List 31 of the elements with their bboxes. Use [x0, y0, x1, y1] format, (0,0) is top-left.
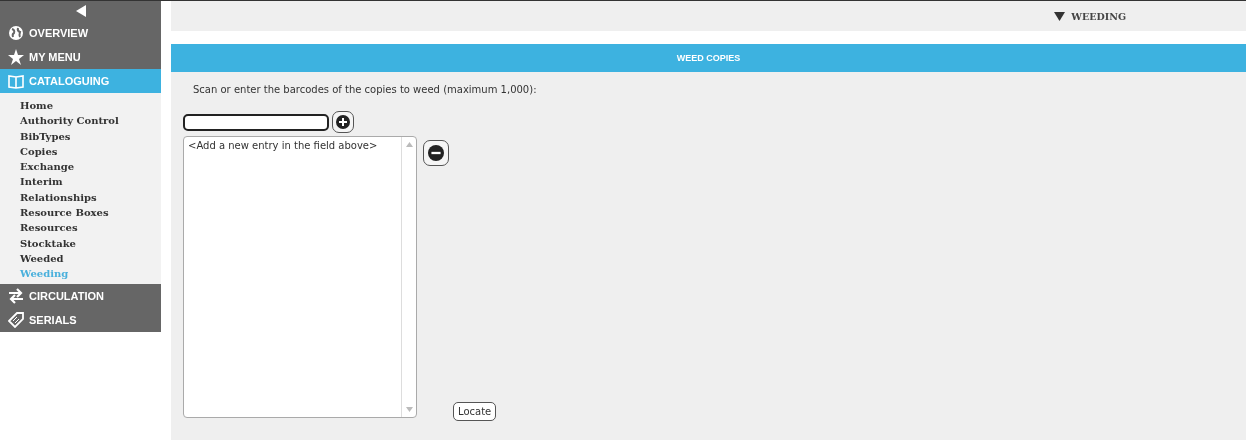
sidebar-link[interactable]: Interim	[20, 174, 161, 190]
book-icon	[8, 73, 24, 89]
breadcrumb-label[interactable]: WEEDING	[1071, 10, 1126, 22]
locate-button[interactable]: Locate	[453, 402, 497, 421]
sidebar-link[interactable]: Copies	[20, 143, 161, 160]
barcode-input-field[interactable]	[183, 113, 329, 131]
swap-arrows-icon	[8, 287, 24, 304]
sidebar-link[interactable]: Weeded	[20, 250, 161, 267]
panel-header: WEED COPIES	[171, 44, 1246, 72]
remove-button[interactable]	[423, 140, 449, 166]
tag-icon	[8, 311, 24, 328]
sidebar-link[interactable]: Home	[20, 98, 161, 114]
barcode-list[interactable]: <Add a new entry in the field above>	[183, 136, 417, 418]
list-entry[interactable]: <Add a new entry in the field above>	[188, 140, 397, 151]
instruction-text: Scan or enter the barcodes of the copies to weed (maximum 1,000):	[193, 84, 538, 95]
caret-icon[interactable]	[1054, 11, 1066, 21]
sidebar-link[interactable]: Resources	[20, 220, 161, 236]
sidebar-section[interactable]: CIRCULATION	[0, 283, 161, 308]
sidebar-link[interactable]: Stocktake	[20, 235, 161, 251]
sidebar-section[interactable]: MY MENU	[0, 45, 161, 69]
sidebar-link[interactable]: Relationships	[20, 189, 161, 206]
star-icon	[8, 49, 24, 65]
globe-icon	[8, 25, 24, 41]
sidebar-section[interactable]: OVERVIEW	[0, 21, 161, 45]
sidebar-section[interactable]: SERIALS	[0, 307, 161, 332]
add-button[interactable]	[332, 111, 354, 133]
sidebar-link[interactable]: BibTypes	[20, 128, 161, 144]
sidebar-link[interactable]: Exchange	[20, 159, 161, 175]
collapse-icon[interactable]	[75, 5, 86, 17]
sidebar-link[interactable]: Authority Control	[20, 113, 161, 129]
sidebar-link[interactable]: Resource Boxes	[20, 205, 161, 221]
